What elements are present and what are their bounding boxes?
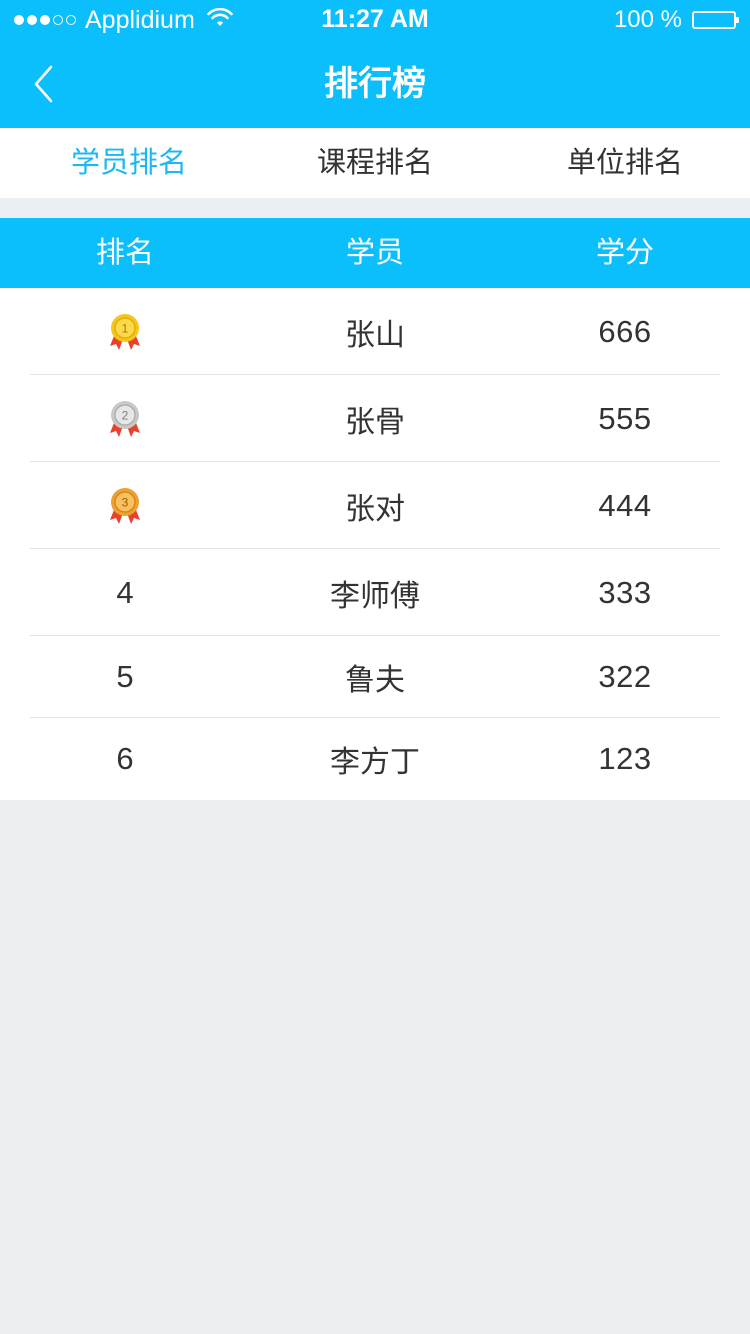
gold-medal-icon: 1 xyxy=(110,313,140,350)
student-name: 张对 xyxy=(345,492,405,526)
status-bar: Applidium 11:27 AM 100 % xyxy=(0,0,750,40)
battery-percent: 100 % xyxy=(613,6,682,33)
tab-course-ranking[interactable]: 课程排名 xyxy=(250,128,500,198)
table-row[interactable]: 6 李方丁 123 xyxy=(0,718,750,800)
rank-number: 5 xyxy=(116,659,134,694)
student-name: 鲁夫 xyxy=(345,664,405,697)
table-row[interactable]: 4 李师傅 333 xyxy=(0,549,750,636)
table-row[interactable]: 3 张对 444 xyxy=(0,462,750,549)
rank-cell: 2 xyxy=(0,399,250,439)
rank-number: 6 xyxy=(116,741,134,776)
table-row[interactable]: 5 鲁夫 322 xyxy=(0,636,750,718)
table-row[interactable]: 2 张骨 555 xyxy=(0,375,750,462)
navigation-bar: 排行榜 xyxy=(0,40,750,128)
svg-text:2: 2 xyxy=(122,408,129,422)
credit-score: 123 xyxy=(598,741,652,776)
student-name: 张山 xyxy=(345,318,405,352)
status-right: 100 % xyxy=(613,0,739,40)
credit-score: 333 xyxy=(598,574,652,610)
tab-student-ranking[interactable]: 学员排名 xyxy=(0,128,250,198)
header-student: 学员 xyxy=(345,237,404,269)
header-credits: 学分 xyxy=(595,237,654,269)
credit-score: 666 xyxy=(598,313,652,349)
table-header: 排名 学员 学分 xyxy=(0,218,750,288)
table-row[interactable]: 1 张山 666 xyxy=(0,288,750,375)
credit-score: 444 xyxy=(598,487,652,523)
svg-text:1: 1 xyxy=(122,321,129,335)
bronze-medal-icon: 3 xyxy=(110,487,140,524)
header-rank: 排名 xyxy=(95,237,154,269)
ranking-list: 1 张山 666 2 张骨 555 3 张对 444 4 李师傅 333 5 鲁… xyxy=(0,288,750,800)
battery-icon xyxy=(692,11,739,29)
tab-unit-ranking[interactable]: 单位排名 xyxy=(500,128,750,198)
rank-cell: 3 xyxy=(0,486,250,526)
credit-score: 322 xyxy=(598,659,652,694)
student-name: 张骨 xyxy=(345,405,405,439)
student-name: 李方丁 xyxy=(330,746,420,779)
rank-cell: 1 xyxy=(0,312,250,352)
credit-score: 555 xyxy=(598,400,652,436)
rank-number: 4 xyxy=(116,574,134,610)
page-title: 排行榜 xyxy=(324,65,426,103)
silver-medal-icon: 2 xyxy=(110,400,140,437)
svg-text:3: 3 xyxy=(122,495,129,509)
ranking-tabs: 学员排名 课程排名 单位排名 xyxy=(0,128,750,198)
student-name: 李师傅 xyxy=(330,579,420,613)
